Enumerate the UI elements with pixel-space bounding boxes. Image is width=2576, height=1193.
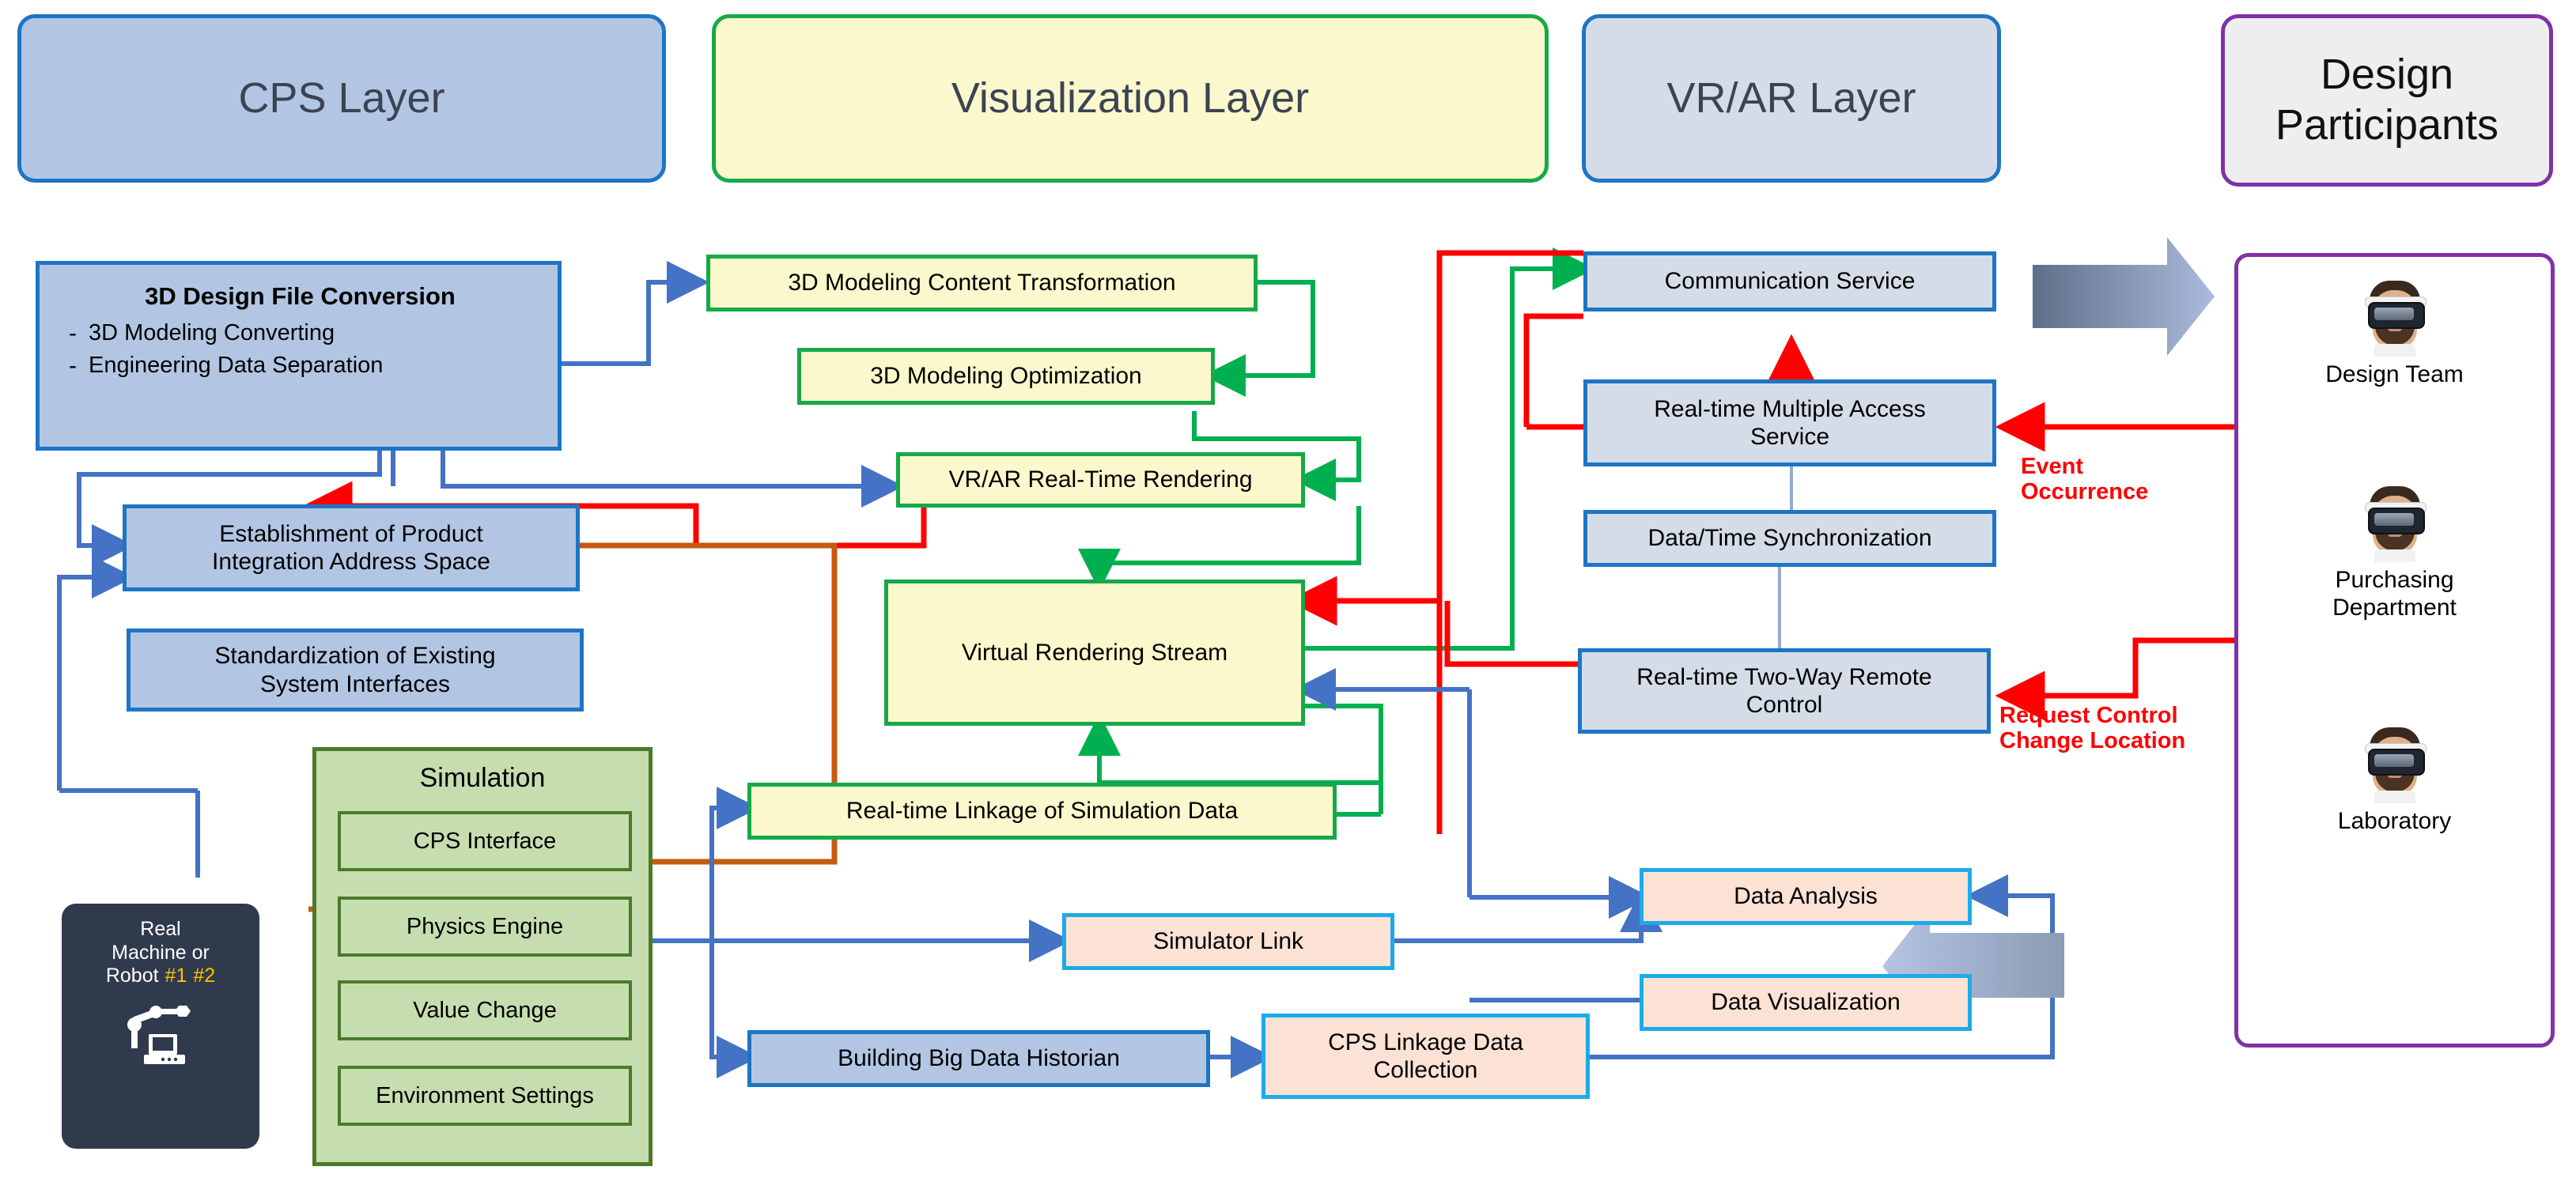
node-cps-linkage-data-collection: CPS Linkage Data Collection <box>1262 1014 1590 1099</box>
node-realtime-linkage-simulation-data: Real-time Linkage of Simulation Data <box>747 783 1337 840</box>
participant-purchasing-department: Purchasing Department <box>2238 486 2551 621</box>
bullet-marker: - <box>69 319 77 346</box>
node-vrar-realtime-rendering: VR/AR Real-Time Rendering <box>896 452 1305 508</box>
node-data-analysis: Data Analysis <box>1640 868 1972 925</box>
participant-name: Design Team <box>2325 361 2464 387</box>
node-communication-service: Communication Service <box>1583 251 1996 311</box>
participant-design-team: Design Team <box>2238 281 2551 389</box>
node-product-integration-address-space: Establishment of Product Integration Add… <box>123 504 580 591</box>
vr-headset-avatar <box>2362 281 2428 357</box>
machine-tag-1: #1 <box>165 965 187 987</box>
node-simulator-link: Simulator Link <box>1062 913 1394 970</box>
sim-item-physics-engine: Physics Engine <box>338 897 632 957</box>
node-data-visualization: Data Visualization <box>1640 974 1972 1031</box>
vr-headset-avatar <box>2362 486 2428 562</box>
node-3d-design-file-conversion: 3D Design File Conversion - 3D Modeling … <box>36 261 562 451</box>
vr-headset-avatar <box>2362 727 2428 803</box>
real-machine-line1: Real <box>140 918 181 940</box>
real-machine-line2: Machine or <box>112 941 210 964</box>
conversion-title: 3D Design File Conversion <box>145 282 456 310</box>
header-visualization-layer: Visualization Layer <box>712 14 1549 183</box>
participant-name: Laboratory <box>2337 808 2452 834</box>
participant-laboratory: Laboratory <box>2238 727 2551 836</box>
annotation-event-occurrence: Event Occurrence <box>2021 454 2149 504</box>
diagram-canvas: CPS Layer Visualization Layer VR/AR Laye… <box>0 0 2576 1193</box>
node-realtime-multiple-access-service: Real-time Multiple Access Service <box>1583 379 1996 466</box>
node-3d-modeling-optimization: 3D Modeling Optimization <box>797 348 1215 405</box>
header-vrar-layer: VR/AR Layer <box>1582 14 2001 183</box>
annotation-request-control-change-location: Request Control Change Location <box>1999 703 2186 753</box>
participant-name: Purchasing Department <box>2332 567 2457 621</box>
node-standardization-system-interfaces: Standardization of Existing System Inter… <box>127 629 584 712</box>
node-realtime-two-way-remote-control: Real-time Two-Way Remote Control <box>1578 648 1991 734</box>
conversion-item-1: Engineering Data Separation <box>89 352 384 378</box>
bullet-marker: - <box>69 352 77 379</box>
node-virtual-rendering-stream: Virtual Rendering Stream <box>884 580 1305 726</box>
node-real-machine-or-robot: Real Machine or Robot #1 #2 <box>62 904 259 1149</box>
sim-item-environment-settings: Environment Settings <box>338 1066 632 1126</box>
node-building-big-data-historian: Building Big Data Historian <box>747 1030 1210 1087</box>
flow-arrow-right <box>2033 237 2215 356</box>
node-data-time-synchronization: Data/Time Synchronization <box>1583 510 1996 567</box>
header-design-participants: Design Participants <box>2221 14 2553 187</box>
conversion-item-0: 3D Modeling Converting <box>89 319 335 345</box>
node-3d-modeling-content-transformation: 3D Modeling Content Transformation <box>706 255 1258 311</box>
sim-item-value-change: Value Change <box>338 980 632 1040</box>
header-cps-layer: CPS Layer <box>17 14 666 183</box>
panel-simulation: Simulation CPS Interface Physics Engine … <box>312 747 653 1166</box>
sim-item-cps-interface: CPS Interface <box>338 811 632 871</box>
simulation-title: Simulation <box>419 763 546 793</box>
robot-arm-icon <box>117 995 204 1066</box>
machine-tag-2: #2 <box>193 965 216 987</box>
panel-design-participants: Design Team Purchasing Department Labora… <box>2234 253 2555 1048</box>
real-machine-line3: Robot <box>105 965 159 987</box>
